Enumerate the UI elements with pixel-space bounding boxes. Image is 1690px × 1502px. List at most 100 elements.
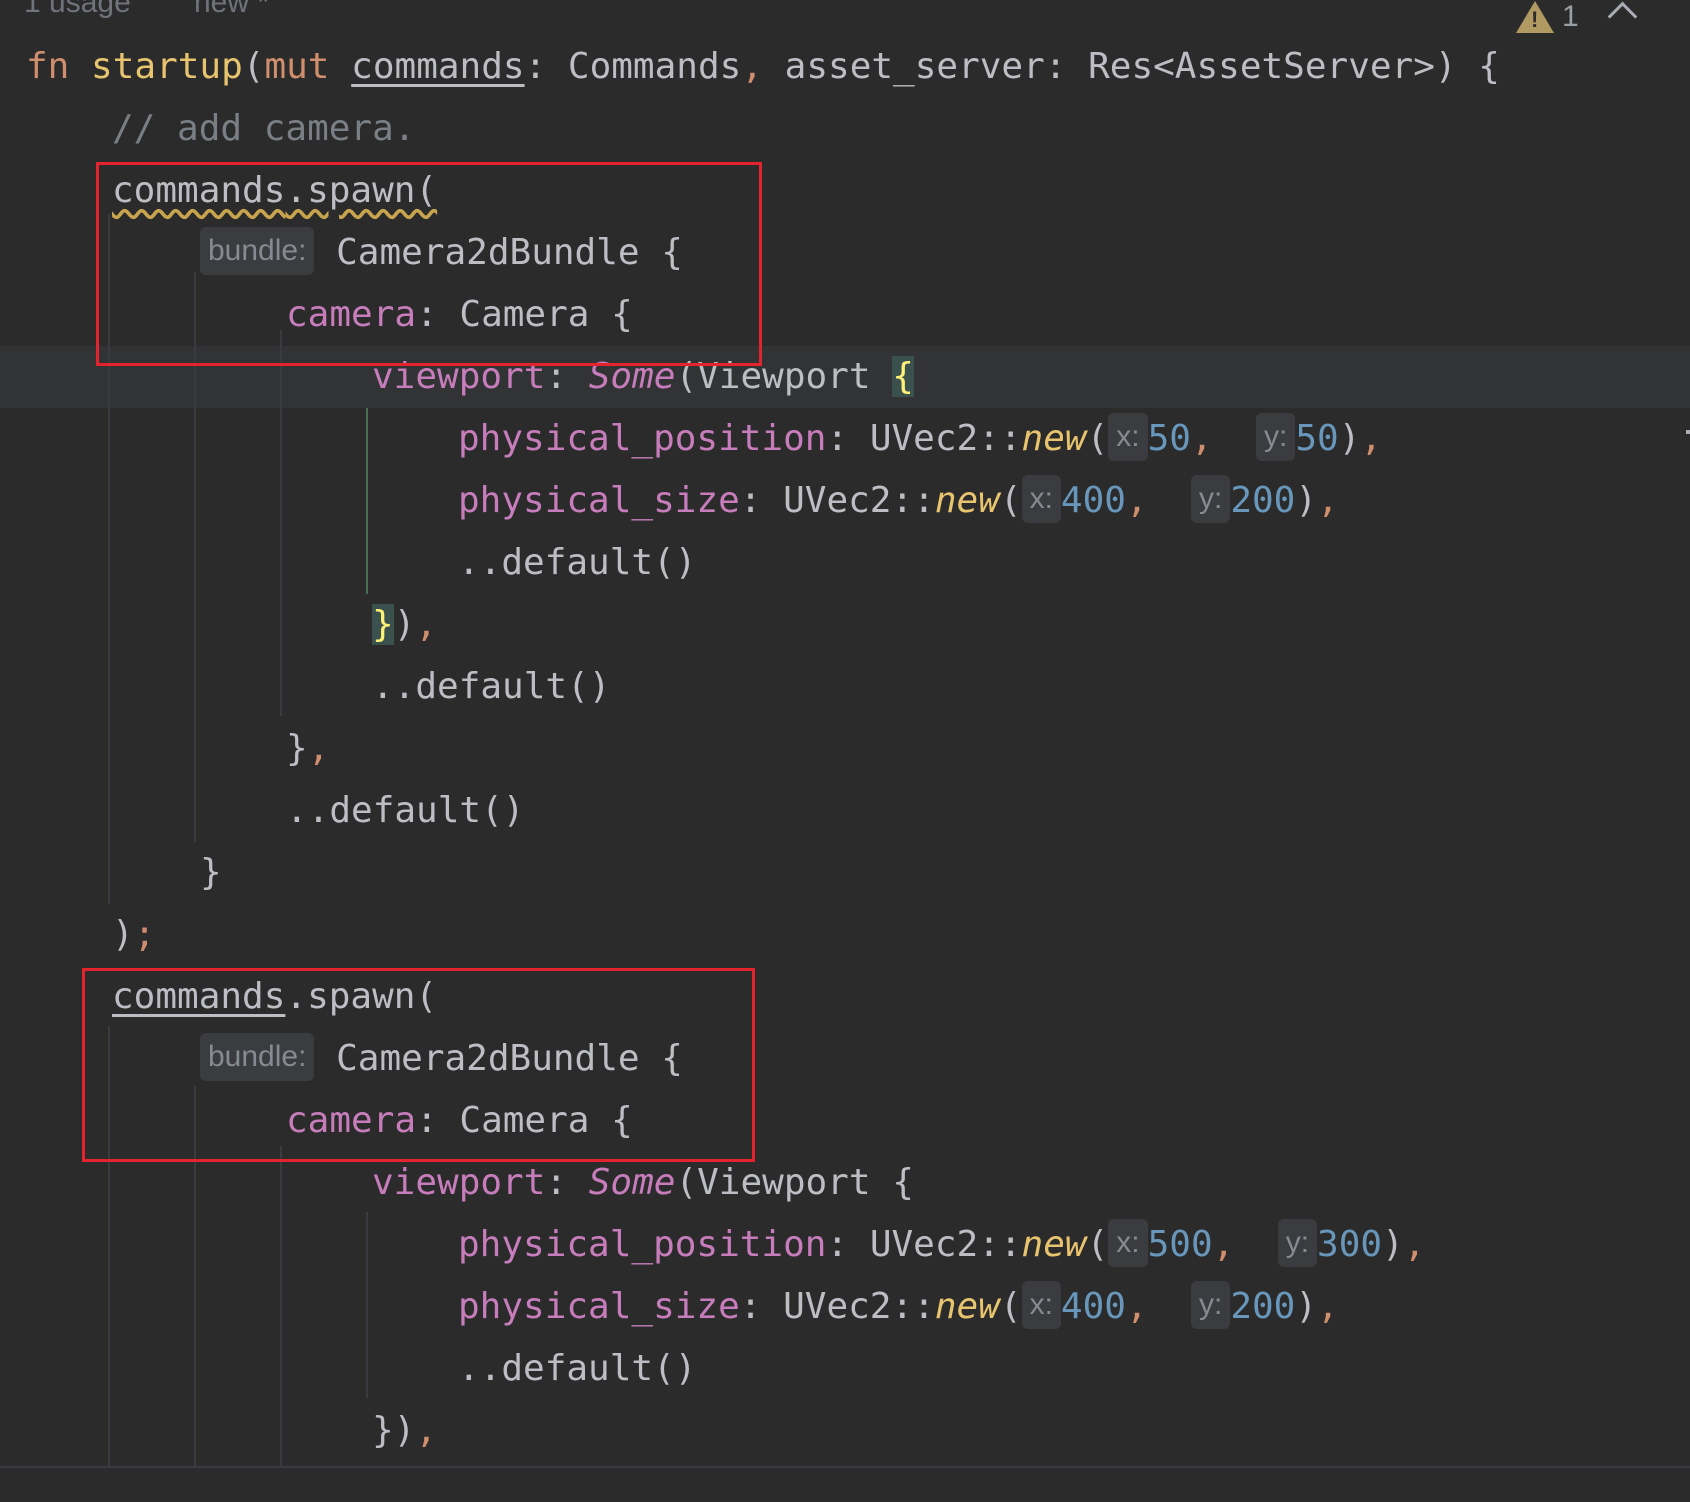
param-asset-server: asset_server: Res<AssetServer>) {	[763, 46, 1500, 87]
paren: (	[999, 480, 1022, 521]
code-line-9[interactable]: ..default()	[458, 532, 696, 594]
keyword-mut: mut	[264, 46, 330, 87]
brace-paren: })	[372, 1410, 416, 1451]
y-value: 300	[1317, 1224, 1383, 1265]
brace: }	[200, 852, 222, 893]
indent-guide	[280, 330, 282, 716]
paren: (	[999, 1286, 1022, 1327]
comma: ,	[1403, 1224, 1426, 1265]
param-commands: commands	[351, 46, 525, 87]
annotation-box-first-spawn	[96, 162, 762, 366]
inspection-widget[interactable]: ! 1	[1516, 0, 1579, 34]
code-line-7[interactable]: physical_position: UVec2::new(x: 50, y: 50…	[458, 408, 1382, 470]
indent-guide-active	[366, 408, 368, 594]
scrollbar-marker[interactable]	[1686, 430, 1690, 434]
comma: ,	[307, 728, 330, 769]
code-line-2[interactable]: // add camera.	[112, 98, 415, 160]
indent-guide	[280, 1146, 282, 1466]
paren: (	[1086, 418, 1109, 459]
y-inlay-hint[interactable]: y:	[1190, 1281, 1231, 1329]
code-line-1[interactable]: fn startup(mut commands: Commands, asset…	[26, 36, 1500, 98]
y-inlay-hint[interactable]: y:	[1190, 475, 1231, 523]
uvec2-path: : UVec2::	[826, 418, 1022, 459]
field-physical-position: physical_position	[458, 1224, 827, 1265]
field-viewport: viewport	[372, 1162, 546, 1203]
param-type: : Commands	[524, 46, 742, 87]
x-inlay-hint[interactable]: x:	[1021, 1281, 1061, 1329]
new-fn: new	[934, 480, 1000, 521]
field-physical-position: physical_position	[458, 418, 827, 459]
code-line-22[interactable]: ..default()	[458, 1338, 696, 1400]
code-line-11[interactable]: ..default()	[372, 656, 610, 718]
field-physical-size: physical_size	[458, 480, 740, 521]
x-value: 500	[1147, 1224, 1213, 1265]
y-inlay-hint[interactable]: y:	[1277, 1219, 1318, 1267]
uvec2-path: : UVec2::	[739, 1286, 935, 1327]
warning-count: 1	[1562, 0, 1579, 33]
uvec2-path: : UVec2::	[739, 480, 935, 521]
editor-bottom-strip	[0, 1466, 1690, 1502]
default-call: ..default()	[372, 666, 611, 707]
warning-icon: !	[1516, 1, 1554, 33]
matched-brace: }	[372, 604, 394, 645]
comma: ,	[1125, 480, 1148, 521]
default-call: ..default()	[458, 542, 697, 583]
code-line-13[interactable]: ..default()	[286, 780, 524, 842]
comma: ,	[1125, 1286, 1148, 1327]
paren: (	[1086, 1224, 1109, 1265]
code-line-23[interactable]: }),	[372, 1400, 437, 1462]
x-value: 400	[1060, 1286, 1126, 1327]
code-line-21[interactable]: physical_size: UVec2::new(x: 400, y: 200),	[458, 1276, 1339, 1338]
editor-topbar: 1 usage new * ! 1	[0, 0, 1690, 34]
comma: ,	[1360, 418, 1383, 459]
comment: // add camera.	[112, 108, 416, 149]
comma: ,	[1190, 418, 1213, 459]
chevron-up-icon[interactable]	[1607, 1, 1638, 32]
paren: )	[1295, 1286, 1318, 1327]
annotation-box-second-spawn	[82, 968, 755, 1162]
author-inlay-hint[interactable]: new *	[194, 0, 269, 20]
matched-brace: {	[892, 356, 914, 397]
code-line-20[interactable]: physical_position: UVec2::new(x: 500, y: 3…	[458, 1214, 1425, 1276]
field-physical-size: physical_size	[458, 1286, 740, 1327]
code-editor[interactable]: 1 usage new * ! 1 fn startup(mut command…	[0, 0, 1690, 1502]
semicolon: ;	[133, 914, 156, 955]
comma: ,	[1317, 1286, 1339, 1327]
code-line-14[interactable]: }	[200, 842, 222, 904]
code-line-10[interactable]: }),	[372, 594, 437, 656]
indent-guide	[366, 1212, 368, 1398]
some-variant: Some	[588, 1162, 676, 1203]
y-value: 200	[1230, 480, 1296, 521]
code-line-12[interactable]: },	[286, 718, 329, 780]
comma: ,	[415, 1410, 438, 1451]
keyword-fn: fn	[26, 46, 70, 87]
y-value: 50	[1295, 418, 1339, 459]
x-value: 50	[1147, 418, 1191, 459]
new-fn: new	[1021, 1224, 1087, 1265]
x-inlay-hint[interactable]: x:	[1021, 475, 1061, 523]
usages-inlay-hint[interactable]: 1 usage	[24, 0, 131, 20]
new-fn: new	[1021, 418, 1087, 459]
default-call: ..default()	[458, 1348, 697, 1389]
new-fn: new	[934, 1286, 1000, 1327]
y-inlay-hint[interactable]: y:	[1256, 413, 1296, 461]
paren: )	[393, 604, 416, 645]
paren: (	[242, 46, 265, 87]
x-inlay-hint[interactable]: x:	[1108, 1219, 1148, 1267]
paren: )	[1295, 480, 1318, 521]
function-name: startup	[91, 46, 243, 87]
comma: ,	[1212, 1224, 1235, 1265]
comma: ,	[415, 604, 438, 645]
brace: }	[286, 728, 308, 769]
default-call: ..default()	[286, 790, 525, 831]
paren: )	[1382, 1224, 1404, 1265]
uvec2-path: : UVec2::	[826, 1224, 1022, 1265]
paren: )	[1338, 418, 1361, 459]
code-line-15[interactable]: );	[112, 904, 155, 966]
x-inlay-hint[interactable]: x:	[1108, 413, 1148, 461]
y-value: 200	[1230, 1286, 1296, 1327]
viewport-type: (Viewport {	[675, 1162, 914, 1203]
x-value: 400	[1060, 480, 1126, 521]
code-line-8[interactable]: physical_size: UVec2::new(x: 400, y: 200),	[458, 470, 1339, 532]
colon: :	[545, 1162, 589, 1203]
